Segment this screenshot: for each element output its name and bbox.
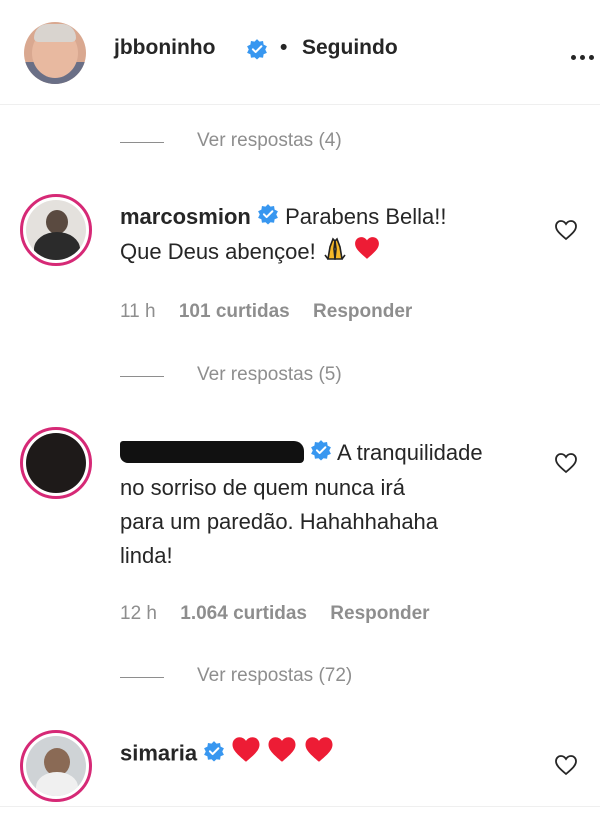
like-heart-icon[interactable] xyxy=(554,754,578,776)
comment-username[interactable]: simaria xyxy=(120,740,197,765)
comment-body: marcosmion Parabens Bella!! Que Deus abe… xyxy=(120,200,530,271)
separator-dot: • xyxy=(280,36,288,59)
heart-emoji-icon xyxy=(231,736,261,773)
comment-time: 12 h xyxy=(120,603,157,624)
reply-button[interactable]: Responder xyxy=(313,301,412,322)
comment-body: A tranquilidade no sorriso de quem nunca… xyxy=(120,436,530,573)
more-options-icon[interactable] xyxy=(571,47,598,65)
praying-hands-emoji-icon xyxy=(322,235,348,271)
verified-badge-icon xyxy=(310,437,332,471)
like-heart-icon[interactable] xyxy=(554,452,578,474)
likes-count[interactable]: 101 curtidas xyxy=(179,301,290,322)
follow-status-button[interactable]: Seguindo xyxy=(302,36,398,60)
view-replies-label: Ver respostas (72) xyxy=(197,665,353,686)
comment-meta: 11 h 101 curtidas Responder xyxy=(120,301,412,323)
reply-button[interactable]: Responder xyxy=(330,603,429,624)
verified-badge-icon xyxy=(246,38,268,65)
comment-text-line: linda! xyxy=(120,543,173,569)
likes-count[interactable]: 1.064 curtidas xyxy=(180,603,307,624)
comment-body: simaria xyxy=(120,736,530,773)
replies-line xyxy=(120,376,164,377)
comment-time: 11 h xyxy=(120,301,156,322)
comment-text-line: para um paredão. Hahahhahaha xyxy=(120,509,439,535)
author-avatar[interactable] xyxy=(24,22,86,84)
comment-username[interactable]: marcosmion xyxy=(120,204,251,229)
bottom-divider xyxy=(0,806,600,807)
replies-line xyxy=(120,142,164,143)
view-replies-label: Ver respostas (4) xyxy=(197,130,342,151)
comment-text-line: A tranquilidade xyxy=(337,440,483,465)
comment-text-line: Parabens Bella!! xyxy=(285,204,447,229)
verified-badge-icon xyxy=(203,738,225,772)
commenter-avatar[interactable] xyxy=(20,194,92,266)
replies-line xyxy=(120,677,164,678)
commenter-avatar[interactable] xyxy=(20,730,92,802)
view-replies-label: Ver respostas (5) xyxy=(197,364,342,385)
heart-emoji-icon xyxy=(267,736,297,773)
commenter-avatar[interactable] xyxy=(20,427,92,499)
comment-text-line: no sorriso de quem nunca irá xyxy=(120,475,405,501)
heart-emoji-icon xyxy=(354,236,380,270)
comment-text-line: Que Deus abençoe! xyxy=(120,239,316,265)
heart-emoji-icon xyxy=(304,736,334,773)
post-header: jbboninho • Seguindo xyxy=(0,0,600,105)
verified-badge-icon xyxy=(257,201,279,235)
like-heart-icon[interactable] xyxy=(554,219,578,241)
redacted-username xyxy=(120,441,304,464)
comment-meta: 12 h 1.064 curtidas Responder xyxy=(120,603,430,625)
author-username[interactable]: jbboninho xyxy=(114,36,215,60)
